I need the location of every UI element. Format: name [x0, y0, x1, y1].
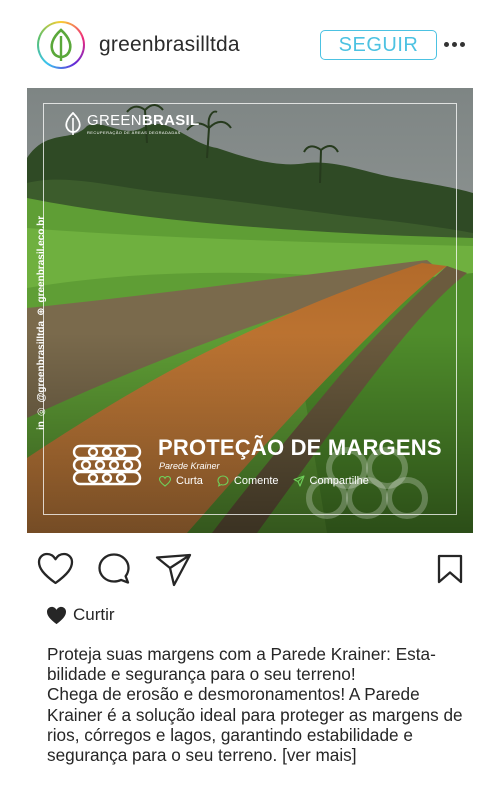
comment-outline-icon	[217, 475, 229, 487]
bookmark-icon[interactable]	[437, 554, 463, 584]
likes-row[interactable]: Curtir	[46, 605, 115, 625]
overlay-share-label: Compartilhe	[309, 475, 369, 487]
brand-name-light: GREEN	[87, 112, 142, 129]
send-icon[interactable]	[155, 553, 193, 587]
side-social-handle: @greenbrasilltda	[36, 320, 47, 403]
action-bar	[0, 548, 500, 592]
comment-icon[interactable]	[97, 552, 131, 586]
post-subtitle: Parede Krainer	[159, 461, 220, 471]
send-outline-icon	[292, 475, 305, 487]
caption-line-2: Chega de erosão e desmoronamentos! A Par…	[47, 684, 463, 766]
brand-name-bold: BRASIL	[141, 112, 200, 129]
post-title: PROTEÇÃO DE MARGENS	[158, 435, 442, 460]
follow-button[interactable]: SEGUIR	[320, 30, 437, 60]
brand-tagline: RECUPERAÇÃO DE ÁREAS DEGRADADAS	[87, 130, 181, 135]
heart-outline-icon	[159, 475, 171, 487]
likes-label: Curtir	[73, 605, 115, 624]
overlay-comment-label: Comente	[233, 475, 279, 487]
username[interactable]: greenbrasilltda	[99, 33, 240, 57]
more-options-icon[interactable]	[444, 36, 468, 52]
overlay-comment: Comente	[217, 475, 279, 487]
post-caption: Proteja suas margens com a Parede Kraine…	[47, 644, 477, 765]
see-more-link[interactable]: [ver mais]	[282, 745, 357, 765]
overlay-share: Compartilhe	[292, 475, 369, 487]
post-image[interactable]: GREENBRASIL RECUPERAÇÃO DE ÁREAS DEGRADA…	[27, 88, 473, 533]
post-overlay-actions: Curta Comente Compartilhe	[159, 475, 369, 487]
leaf-logo-icon	[50, 28, 72, 61]
overlay-like: Curta	[159, 475, 203, 487]
caption-line-1: Proteja suas margens com a Parede Kraine…	[47, 644, 436, 685]
linkedin-icon: in	[36, 421, 47, 430]
brand-logo: GREENBRASIL RECUPERAÇÃO DE ÁREAS DEGRADA…	[63, 112, 199, 136]
post-header: greenbrasilltda SEGUIR	[0, 0, 500, 88]
overlay-like-label: Curta	[176, 475, 203, 487]
side-website: greenbrasil.eco.br	[36, 215, 47, 303]
side-contact: in ◎ @greenbrasilltda ⊕ greenbrasil.eco.…	[36, 216, 47, 430]
heart-icon[interactable]	[37, 552, 74, 586]
globe-icon: ⊕	[36, 307, 47, 316]
leaf-brand-icon	[65, 112, 81, 135]
avatar[interactable]	[37, 21, 85, 69]
heart-filled-icon	[47, 606, 66, 624]
logs-icon	[72, 444, 142, 486]
instagram-icon: ◎	[36, 407, 47, 417]
